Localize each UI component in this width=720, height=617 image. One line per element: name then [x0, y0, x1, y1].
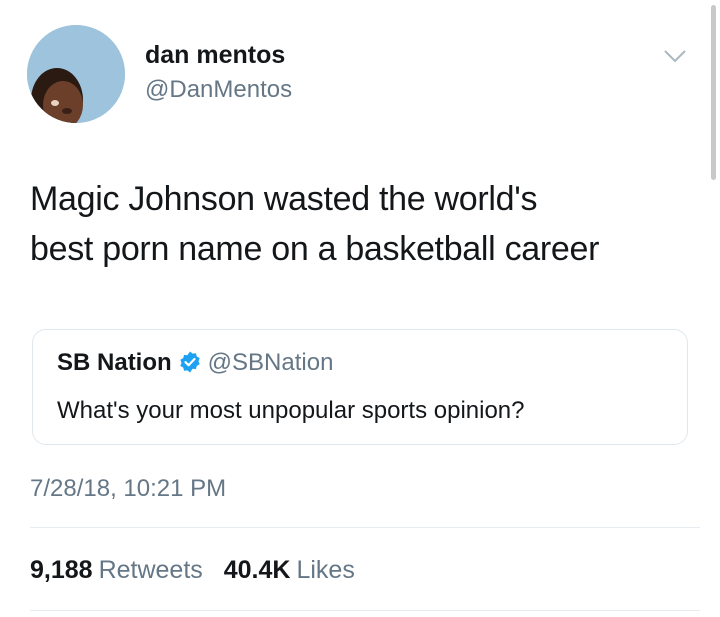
likes-stat[interactable]: 40.4K Likes [224, 556, 355, 584]
quoted-tweet-header: SB Nation @SBNation [57, 348, 333, 378]
tweet-text: Magic Johnson wasted the world's best po… [30, 174, 690, 274]
retweets-stat[interactable]: 9,188 Retweets [30, 556, 203, 584]
quoted-tweet[interactable]: SB Nation @SBNation What's your most unp… [32, 329, 688, 445]
quoted-tweet-text: What's your most unpopular sports opinio… [57, 397, 525, 424]
verified-badge-icon [178, 350, 202, 374]
quoted-handle: @SBNation [207, 349, 334, 376]
divider [30, 527, 700, 528]
likes-label: Likes [296, 556, 355, 584]
tweet-card: dan mentos @DanMentos Magic Johnson wast… [0, 0, 720, 617]
divider [30, 610, 700, 611]
chevron-down-icon[interactable] [662, 46, 688, 66]
scrollbar[interactable] [711, 5, 716, 180]
quoted-display-name: SB Nation [57, 349, 172, 376]
author-display-name[interactable]: dan mentos [145, 40, 285, 70]
tweet-text-line: best porn name on a basketball career [30, 230, 600, 268]
likes-count: 40.4K [223, 556, 291, 584]
tweet-text-line: Magic Johnson wasted the world's [30, 180, 538, 218]
avatar[interactable] [27, 25, 125, 123]
author-handle[interactable]: @DanMentos [145, 75, 292, 105]
retweets-label: Retweets [98, 556, 203, 584]
tweet-stats: 9,188 Retweets 40.4K Likes [30, 554, 355, 586]
tweet-timestamp[interactable]: 7/28/18, 10:21 PM [30, 474, 226, 504]
retweets-count: 9,188 [30, 556, 93, 584]
profile-photo-icon [27, 25, 125, 123]
